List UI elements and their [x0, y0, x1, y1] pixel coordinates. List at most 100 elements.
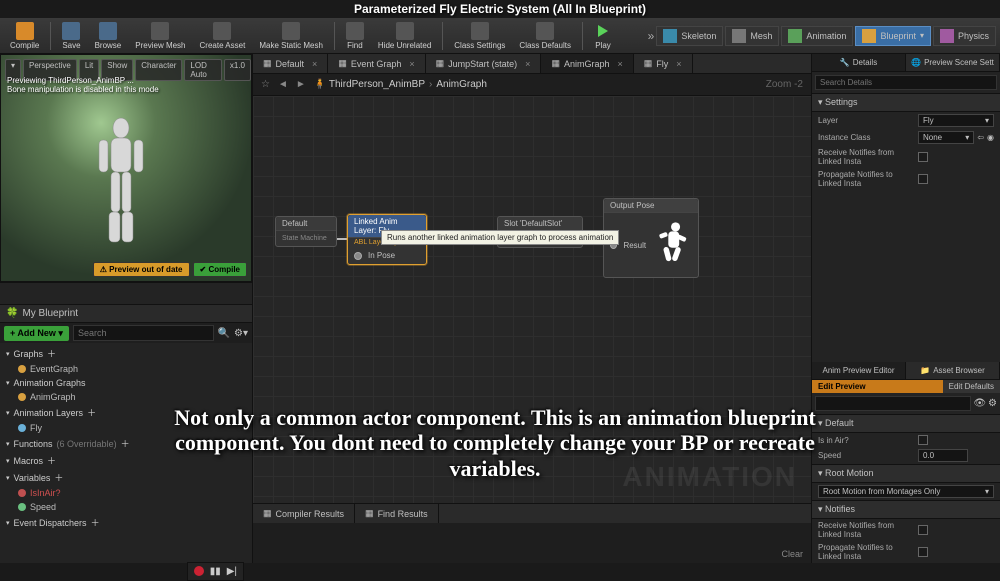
edit-preview-button[interactable]: Edit Preview — [812, 380, 943, 393]
tab-asset-browser[interactable]: 📁Asset Browser — [906, 362, 1000, 379]
viewport-speed[interactable]: x1.0 — [224, 59, 251, 81]
propagate-notifies-checkbox[interactable] — [918, 174, 928, 184]
cat-graphs[interactable]: Graphs＋ — [0, 345, 252, 362]
close-icon[interactable]: × — [617, 59, 622, 69]
nav-fwd-icon[interactable]: ► — [296, 79, 306, 90]
folder-icon: 📁 — [920, 366, 930, 375]
graph-tab-bar: ▦ Default× ▦ Event Graph× ▦ JumpStart (s… — [253, 54, 811, 74]
section-notifies[interactable]: ▾ Notifies — [812, 500, 1000, 519]
browse-icon[interactable]: ⇦ — [977, 133, 984, 142]
add-graph-icon[interactable]: ＋ — [47, 347, 56, 360]
speed-input[interactable]: 0.0 — [918, 449, 968, 462]
chevron-down-icon: ▾ — [965, 133, 969, 142]
propagate-notifies-checkbox-2[interactable] — [918, 547, 928, 557]
var-speed[interactable]: Speed — [0, 500, 252, 514]
details-search[interactable] — [815, 75, 997, 90]
tab-details[interactable]: 🔧Details — [812, 54, 906, 71]
cat-event-dispatchers[interactable]: Event Dispatchers＋ — [0, 514, 252, 531]
tab-compiler-results[interactable]: ▦ Compiler Results — [253, 504, 355, 523]
save-button[interactable]: Save — [56, 20, 86, 52]
add-new-button[interactable]: + Add New ▾ — [4, 326, 69, 341]
person-icon: 🧍 — [314, 79, 326, 90]
item-animgraph[interactable]: AnimGraph — [0, 390, 252, 404]
clear-button[interactable]: Clear — [781, 549, 803, 559]
next-frame-icon[interactable]: ▶| — [227, 566, 237, 577]
search-icon[interactable]: 🔍 — [218, 328, 230, 339]
viewport-message: Previewing ThirdPerson_AnimBP ... Bone m… — [7, 77, 159, 95]
my-blueprint-header: 🍀 My Blueprint — [0, 304, 252, 323]
root-motion-mode-dropdown[interactable]: Root Motion from Montages Only▾ — [818, 485, 994, 498]
record-icon[interactable] — [194, 566, 204, 576]
tab-animgraph[interactable]: ▦ AnimGraph× — [541, 54, 633, 73]
compiler-results-panel: Clear — [253, 523, 811, 563]
tab-anim-preview-editor[interactable]: Anim Preview Editor — [812, 362, 906, 379]
label-instance-class: Instance Class — [818, 133, 914, 142]
tab-eventgraph[interactable]: ▦ Event Graph× — [328, 54, 425, 73]
create-asset-button[interactable]: Create Asset — [194, 20, 252, 52]
preview-out-of-date-button[interactable]: ⚠ Preview out of date — [93, 262, 190, 277]
edit-defaults-button[interactable]: Edit Defaults — [943, 380, 1000, 393]
mode-skeleton[interactable]: Skeleton — [656, 26, 723, 46]
compile-button[interactable]: Compile — [4, 20, 45, 52]
cat-anim-graphs[interactable]: Animation Graphs — [0, 376, 252, 390]
my-blueprint-search[interactable] — [73, 325, 214, 341]
instance-class-dropdown[interactable]: None▾ — [918, 131, 974, 144]
hide-unrelated-button[interactable]: Hide Unrelated — [372, 20, 437, 52]
eye-icon[interactable]: 👁 — [973, 398, 986, 409]
class-settings-button[interactable]: Class Settings — [448, 20, 511, 52]
page-title: Parameterized Fly Electric System (All I… — [0, 2, 1000, 16]
details-icon: 🔧 — [840, 58, 850, 67]
tab-jumpstart[interactable]: ▦ JumpStart (state)× — [426, 54, 542, 73]
tab-find-results[interactable]: ▦ Find Results — [355, 504, 439, 523]
anim-viewport[interactable]: ▾ Perspective Lit Show Character LOD Aut… — [0, 54, 252, 282]
browse-button[interactable]: Browse — [89, 20, 128, 52]
nav-back-icon[interactable]: ◄ — [278, 79, 288, 90]
viewport-compile-button[interactable]: ✔ Compile — [193, 262, 247, 277]
settings-icon[interactable]: ⚙▾ — [234, 328, 248, 339]
play-button[interactable]: Play — [588, 20, 618, 52]
mode-animation[interactable]: Animation — [781, 26, 853, 46]
add-macro-icon[interactable]: ＋ — [47, 454, 56, 467]
viewport-lod[interactable]: LOD Auto — [184, 59, 221, 81]
mode-mesh[interactable]: Mesh — [725, 26, 779, 46]
node-default[interactable]: Default State Machine — [275, 216, 337, 247]
zoom-level: Zoom -2 — [766, 79, 803, 90]
close-icon[interactable]: × — [409, 59, 414, 69]
tab-preview-scene[interactable]: 🌐Preview Scene Sett — [906, 54, 1000, 71]
var-isinair[interactable]: IsInAir? — [0, 486, 252, 500]
mode-physics[interactable]: Physics — [933, 26, 996, 46]
preview-mesh-button[interactable]: Preview Mesh — [129, 20, 191, 52]
is-in-air-checkbox[interactable] — [918, 435, 928, 445]
make-static-mesh-button[interactable]: Make Static Mesh — [253, 20, 329, 52]
receive-notifies-checkbox[interactable] — [918, 152, 928, 162]
find-button[interactable]: Find — [340, 20, 370, 52]
close-icon[interactable]: × — [525, 59, 530, 69]
label-propagate-notifies-2: Propagate Notifies to Linked Insta — [818, 543, 914, 561]
label-layer: Layer — [818, 116, 914, 125]
receive-notifies-checkbox-2[interactable] — [918, 525, 928, 535]
scene-icon: 🌐 — [911, 58, 921, 67]
running-man-icon — [652, 217, 692, 273]
close-icon[interactable]: × — [312, 59, 317, 69]
add-function-icon[interactable]: ＋ — [121, 437, 130, 450]
tab-fly[interactable]: ▦ Fly× — [634, 54, 693, 73]
layer-dropdown[interactable]: Fly▾ — [918, 114, 994, 127]
tab-default[interactable]: ▦ Default× — [253, 54, 328, 73]
favorite-icon[interactable]: ☆ — [261, 79, 270, 90]
main-toolbar: Compile Save Browse Preview Mesh Create … — [0, 18, 1000, 54]
add-variable-icon[interactable]: ＋ — [54, 471, 63, 484]
class-defaults-button[interactable]: Class Defaults — [513, 20, 577, 52]
mode-blueprint[interactable]: Blueprint▾ — [855, 26, 931, 46]
filter-icon[interactable]: ⚙ — [988, 398, 997, 409]
section-settings[interactable]: ▾ Settings — [812, 93, 1000, 112]
close-icon[interactable]: × — [676, 59, 681, 69]
pause-icon[interactable]: ▮▮ — [210, 566, 221, 577]
pose-pin-icon[interactable] — [354, 252, 362, 260]
overflow-icon[interactable]: » — [648, 29, 655, 43]
use-icon[interactable]: ◉ — [987, 133, 994, 142]
panel-icon: 🍀 — [6, 308, 18, 319]
add-dispatcher-icon[interactable]: ＋ — [91, 516, 100, 529]
add-layer-icon[interactable]: ＋ — [87, 406, 96, 419]
item-eventgraph[interactable]: EventGraph — [0, 362, 252, 376]
hero-text: Not only a common actor component. This … — [140, 405, 850, 481]
